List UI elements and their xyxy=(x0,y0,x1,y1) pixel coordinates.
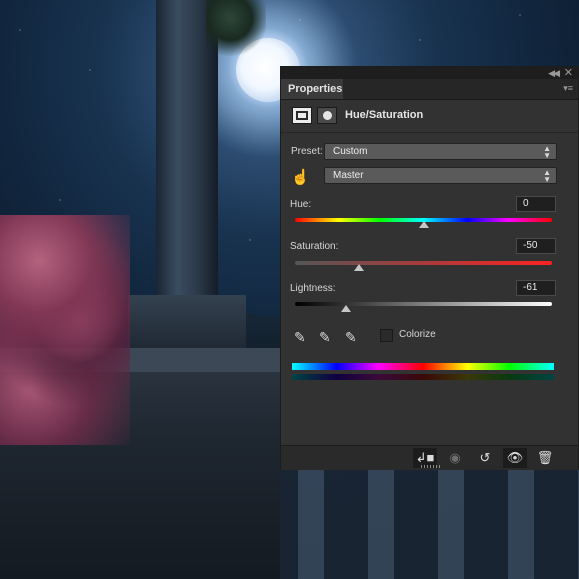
lightness-value-field[interactable]: -61 xyxy=(516,280,556,296)
layer-mask-icon[interactable] xyxy=(317,107,337,124)
input-color-spectrum xyxy=(292,363,554,370)
saturation-slider-track[interactable] xyxy=(295,261,552,265)
preset-label: Preset: xyxy=(291,146,323,157)
eyedropper-minus-icon[interactable]: ✎ xyxy=(345,329,361,345)
panel-title-strip[interactable]: ◀◀ ✕ xyxy=(281,67,578,79)
colorize-checkbox[interactable] xyxy=(380,329,393,342)
balustrade xyxy=(280,468,579,579)
panel-menu-icon[interactable]: ▾≡ xyxy=(563,83,573,94)
double-chevron-left-icon[interactable]: ◀◀ xyxy=(548,68,560,79)
channel-value: Master xyxy=(333,170,364,181)
saturation-label: Saturation: xyxy=(290,241,339,252)
lightness-label: Lightness: xyxy=(290,283,336,294)
eyedropper-icon[interactable]: ✎ xyxy=(294,329,310,345)
trash-icon[interactable]: 🗑 xyxy=(533,448,557,468)
hue-saturation-adjustment-icon[interactable] xyxy=(292,107,312,124)
hand-targeted-adjust-icon[interactable]: ☝ xyxy=(291,168,313,188)
preset-select[interactable]: Custom ▲ ▼ xyxy=(324,143,557,160)
tab-bar: Properties ▾≡ xyxy=(281,79,578,100)
channel-select[interactable]: Master ▲ ▼ xyxy=(324,167,557,184)
saturation-slider-thumb[interactable] xyxy=(354,264,365,271)
output-color-spectrum xyxy=(292,374,554,380)
preset-value: Custom xyxy=(333,146,368,157)
adjustment-header: Hue/Saturation xyxy=(281,100,578,133)
saturation-value-field[interactable]: -50 xyxy=(516,238,556,254)
eyedropper-plus-icon[interactable]: ✎ xyxy=(319,329,335,345)
view-previous-state-icon[interactable]: ◉ xyxy=(443,448,467,468)
close-icon[interactable]: ✕ xyxy=(564,66,573,79)
chevron-updown-icon: ▲ ▼ xyxy=(543,144,551,160)
lightness-slider-track[interactable] xyxy=(295,302,552,306)
hanging-vine xyxy=(206,0,266,60)
hue-label: Hue: xyxy=(290,199,312,210)
colorize-label: Colorize xyxy=(399,329,436,340)
adjustment-title: Hue/Saturation xyxy=(345,109,424,121)
lightness-slider-thumb[interactable] xyxy=(341,305,352,312)
column-base xyxy=(128,295,246,355)
visibility-eye-icon[interactable]: 👁 xyxy=(503,448,527,468)
tab-properties[interactable]: Properties xyxy=(281,79,343,99)
resize-grip[interactable] xyxy=(421,465,441,468)
reset-icon[interactable]: ↺ xyxy=(473,448,497,468)
chevron-updown-icon: ▲ ▼ xyxy=(543,168,551,184)
hue-slider-thumb[interactable] xyxy=(418,221,429,228)
pink-flowers xyxy=(0,215,130,445)
properties-panel: ◀◀ ✕ Properties ▾≡ Hue/Saturation Preset… xyxy=(280,66,579,470)
hue-value-field[interactable]: 0 xyxy=(516,196,556,212)
